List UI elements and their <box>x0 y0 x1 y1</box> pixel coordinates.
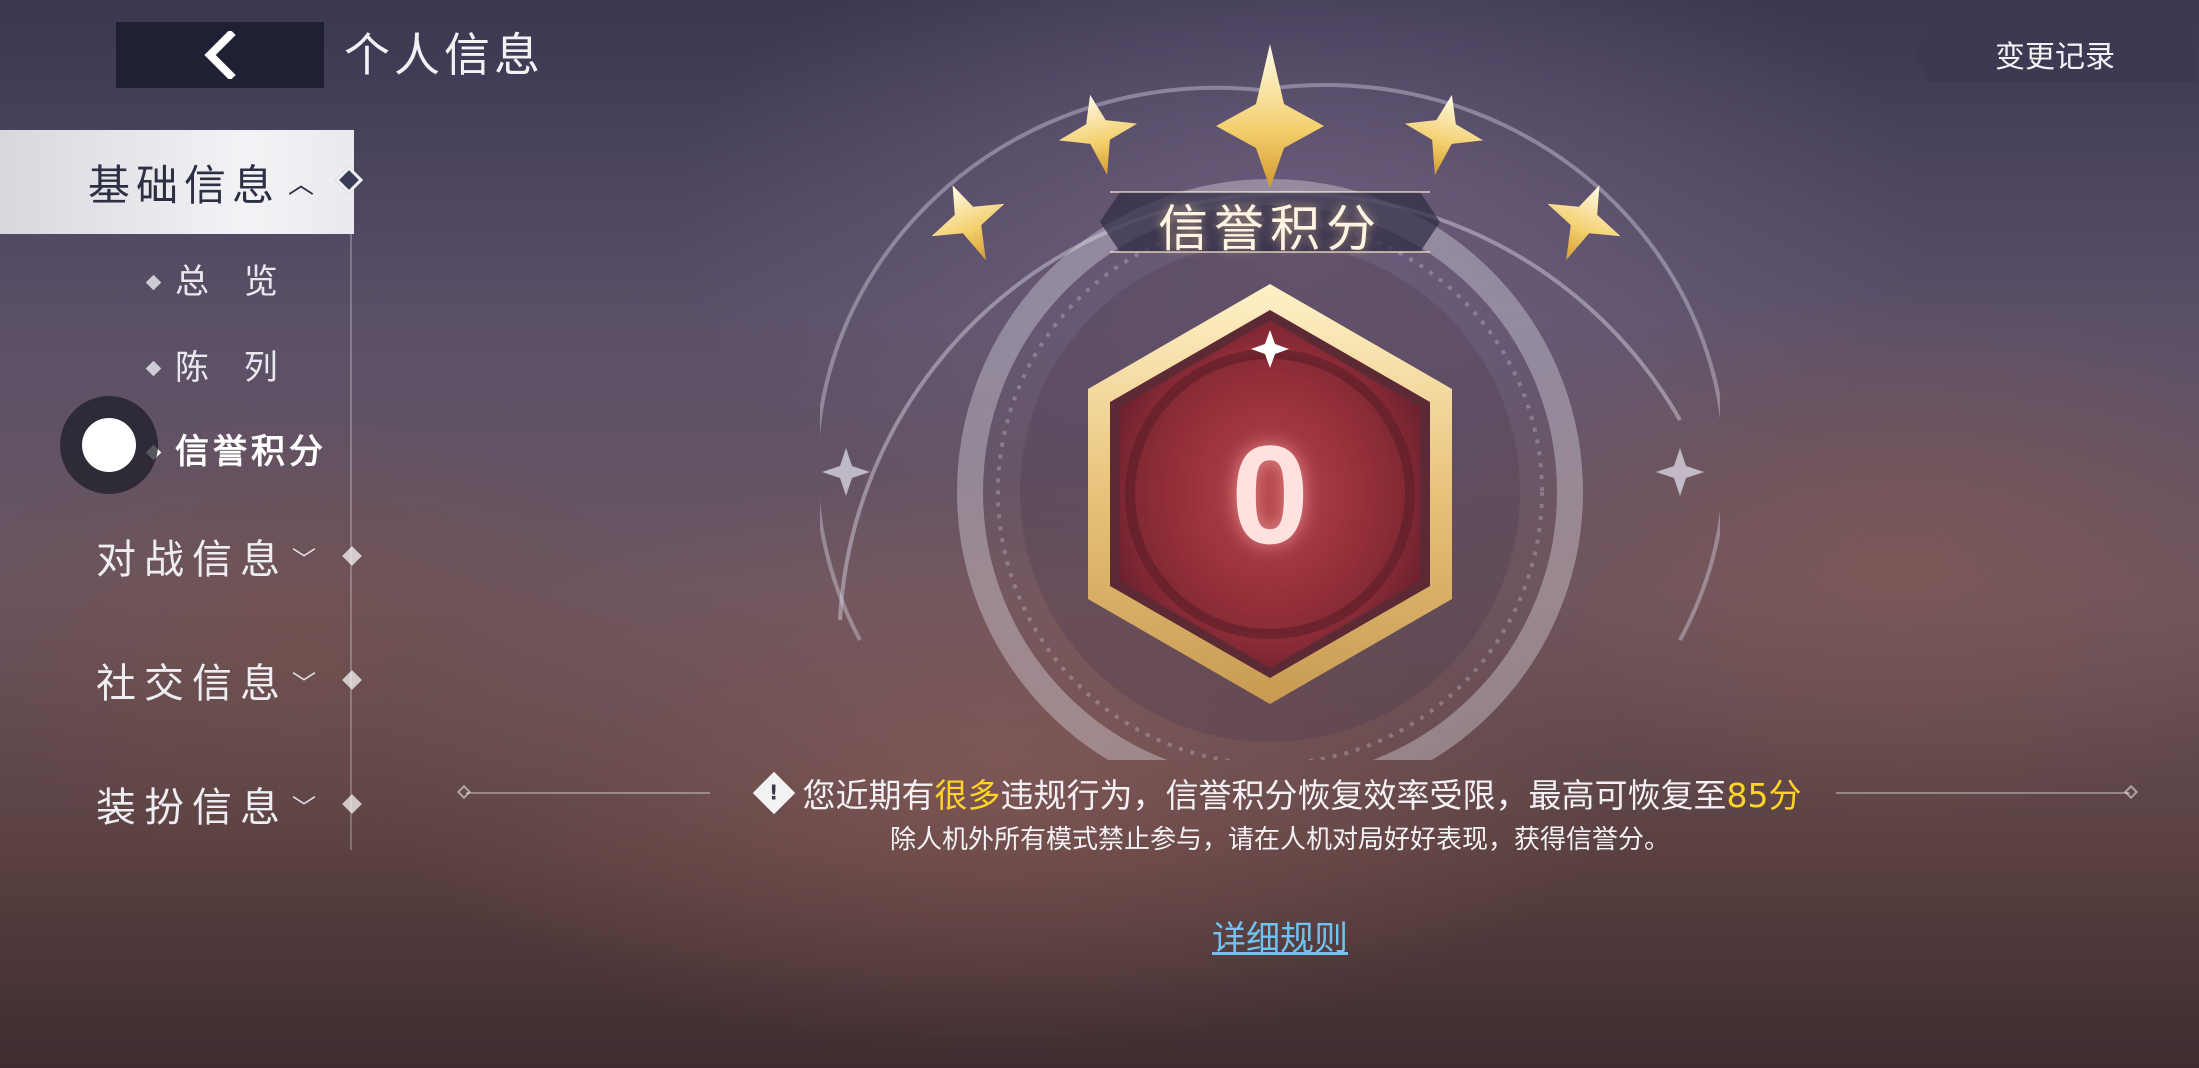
nav-item-overview[interactable]: 总 览 <box>145 258 290 306</box>
notice-highlight-score: 85分 <box>1726 776 1802 815</box>
nav-group-label: 社交信息 <box>96 661 288 707</box>
nav-group-battle-info[interactable]: 对战信息 ﹀ <box>96 532 324 588</box>
nav-item-display[interactable]: 陈 列 <box>145 344 290 392</box>
nav-group-label: 装扮信息 <box>96 785 288 831</box>
credit-score-value: 0 <box>1231 416 1309 573</box>
nav-group-social-info[interactable]: 社交信息 ﹀ <box>96 656 324 712</box>
emblem-graphic <box>814 44 1727 805</box>
nav-item-label: 总 览 <box>175 262 290 302</box>
notice-subtext: 除人机外所有模式禁止参与，请在人机对局好好表现，获得信誉分。 <box>889 825 1670 855</box>
chevron-up-icon: ︿ <box>287 169 320 200</box>
diamond-bullet-icon <box>145 274 162 290</box>
notice-text: 您近期有 <box>802 776 935 815</box>
rail-marker-icon <box>342 670 362 690</box>
notice-text: 违规行为，信誉积分恢复效率受限，最高可恢复至 <box>1000 776 1727 815</box>
chevron-down-icon: ﹀ <box>292 546 324 574</box>
touch-indicator <box>60 396 158 494</box>
nav-item-label: 陈 列 <box>175 348 290 388</box>
chevron-down-icon: ﹀ <box>292 794 324 822</box>
nav-group-label: 对战信息 <box>96 537 288 583</box>
diamond-bullet-icon <box>145 360 162 376</box>
nav-group-outfit-info[interactable]: 装扮信息 ﹀ <box>96 780 324 836</box>
nav-group-basic-info[interactable]: 基础信息 ︿ <box>0 130 354 234</box>
detailed-rules-link[interactable]: 详细规则 <box>1180 914 1380 964</box>
notice-highlight: 很多 <box>934 776 1001 815</box>
nav-rail <box>350 130 352 850</box>
violation-notice: ! 您近期有 很多 违规行为，信誉积分恢复效率受限，最高可恢复至 85分 <box>730 766 1830 820</box>
chevron-down-icon: ﹀ <box>292 670 324 698</box>
rail-marker-icon <box>342 794 362 814</box>
divider-end-icon <box>456 784 472 800</box>
change-history-button[interactable]: 变更记录 <box>1914 26 2196 82</box>
warning-icon: ! <box>752 771 795 815</box>
rail-marker-icon <box>342 546 362 566</box>
back-button[interactable] <box>116 22 324 88</box>
divider-end-icon <box>2123 784 2139 800</box>
credit-score-title: 信誉积分 <box>1158 200 1382 258</box>
nav-item-label: 信誉积分 <box>175 432 327 472</box>
chevron-left-icon <box>204 31 236 79</box>
nav-group-label: 基础信息 <box>87 160 280 210</box>
credit-score-emblem <box>814 40 1727 805</box>
divider-right <box>1836 792 2130 794</box>
nav-item-credit-score[interactable]: 信誉积分 <box>145 428 327 476</box>
page-title: 个人信息 <box>344 28 544 82</box>
divider-left <box>466 792 710 794</box>
